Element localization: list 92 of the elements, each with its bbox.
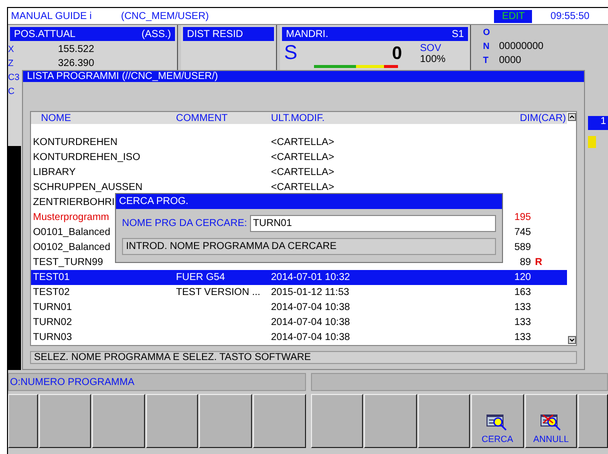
- program-row[interactable]: LIBRARY <CARTELLA>: [31, 165, 567, 180]
- program-row[interactable]: TURN01 2014-07-04 10:38 133: [31, 300, 567, 315]
- modified-date: 2015-01-12 11:53: [271, 287, 350, 298]
- spindle-channel: S1: [452, 28, 464, 40]
- program-row[interactable]: KONTURDREHEN_ISO <CARTELLA>: [31, 150, 567, 165]
- column-header: ULT.MODIF.: [271, 112, 326, 124]
- modified-date: 2014-07-04 10:38: [271, 302, 350, 313]
- softkey[interactable]: [8, 394, 38, 448]
- softkey[interactable]: ANNULL: [524, 394, 578, 448]
- panel-title: MANDRI.: [286, 28, 328, 40]
- program-row[interactable]: TEST02 TEST VERSION ... 2015-01-12 11:53 163: [31, 285, 567, 300]
- program-row[interactable]: TURN03 2014-07-04 10:38 133: [31, 330, 567, 345]
- scroll-marker: [588, 136, 596, 148]
- softkey[interactable]: [92, 394, 145, 448]
- field-label: NOME PRG DA CERCARE:: [122, 218, 248, 229]
- modified-date: <CARTELLA>: [271, 167, 334, 178]
- softkey[interactable]: [199, 394, 252, 448]
- modified-date: 2014-07-01 10:32: [271, 272, 350, 283]
- program-name-field[interactable]: TURN01: [250, 215, 496, 232]
- cancel-search-icon: [540, 414, 562, 432]
- dialog-title: CERCA PROG.: [116, 194, 502, 209]
- panel-title: DIST RESID: [187, 28, 243, 40]
- program-name: TEST02: [33, 287, 70, 298]
- mode-badge: EDIT: [494, 10, 532, 22]
- program-value: 00000000: [499, 40, 544, 52]
- program-name: TEST_TURN99: [33, 257, 104, 268]
- column-header: DIM(CAR): [518, 112, 566, 124]
- softkey[interactable]: [146, 394, 198, 448]
- axis-value: 155.522: [58, 44, 94, 54]
- path-label: (CNC_MEM/USER): [121, 10, 209, 22]
- axis-label: X: [8, 44, 14, 54]
- program-name: KONTURDREHEN: [33, 137, 118, 148]
- program-size: 120: [514, 272, 531, 283]
- modified-date: 2014-07-04 10:38: [271, 317, 350, 328]
- list-message: SELEZ. NOME PROGRAMMA E SELEZ. TASTO SOFTWARE: [30, 351, 577, 364]
- column-header: NOME: [40, 112, 72, 124]
- program-comment: TEST VERSION ...: [176, 287, 260, 298]
- program-label: O: [483, 27, 492, 37]
- override-label: SOV: [420, 42, 442, 54]
- axis-label: C3: [8, 72, 20, 82]
- modified-date: 2014-07-04 10:38: [271, 332, 350, 343]
- window-title: LISTA PROGRAMMI (//CNC_MEM/USER/): [23, 71, 584, 82]
- spindle-speed: 0: [392, 43, 402, 64]
- program-size: 163: [514, 287, 531, 298]
- axis-label: C: [8, 86, 14, 96]
- softkey[interactable]: [310, 394, 364, 448]
- program-row[interactable]: KONTURDREHEN <CARTELLA>: [31, 135, 567, 150]
- program-name: O0101_Balanced: [33, 227, 110, 238]
- softkey[interactable]: [38, 394, 92, 448]
- program-name: TURN01: [33, 302, 72, 313]
- program-name: TEST01: [33, 272, 70, 283]
- softkey[interactable]: [364, 394, 417, 448]
- status-message: O:NUMERO PROGRAMMA: [8, 373, 306, 391]
- magnifier-list-icon: [486, 414, 508, 432]
- app-title: MANUAL GUIDE i: [11, 10, 93, 22]
- program-label: T: [483, 55, 490, 65]
- program-value: 0000: [499, 54, 522, 66]
- program-row[interactable]: SCHRUPPEN_AUSSEN <CARTELLA>: [31, 180, 567, 195]
- flag-label: R: [534, 257, 544, 268]
- dialog-hint: INTROD. NOME PROGRAMMA DA CERCARE: [122, 238, 496, 255]
- program-name: TURN02: [33, 317, 72, 328]
- program-size: 133: [514, 302, 531, 313]
- program-size: 745: [514, 227, 531, 238]
- program-comment: FUER G54: [176, 272, 225, 283]
- clock-time: 09:55:50: [550, 10, 590, 22]
- program-row[interactable]: TURN02 2014-07-04 10:38 133: [31, 315, 567, 330]
- coordinate-mode: (ASS.): [142, 28, 171, 40]
- softkey[interactable]: CERCA: [471, 394, 524, 448]
- softkey[interactable]: [418, 394, 470, 448]
- modified-date: <CARTELLA>: [271, 137, 334, 148]
- program-size: 89: [520, 257, 531, 268]
- axis-label: Z: [8, 58, 14, 68]
- softkey[interactable]: [578, 394, 608, 448]
- softkey[interactable]: [252, 394, 306, 448]
- program-size: 133: [514, 332, 531, 343]
- program-label: N: [483, 41, 490, 51]
- scroll-up-icon[interactable]: [568, 113, 576, 121]
- program-name: SCHRUPPEN_AUSSEN: [33, 182, 142, 193]
- program-name: KONTURDREHEN_ISO: [33, 152, 140, 163]
- spindle-letter: S: [284, 42, 298, 65]
- modified-date: <CARTELLA>: [271, 152, 334, 163]
- column-header: COMMENT: [176, 112, 229, 124]
- program-name: LIBRARY: [33, 167, 76, 178]
- panel-title: POS.ATTUAL: [14, 28, 76, 40]
- program-name: TURN03: [33, 332, 72, 343]
- scroll-down-icon[interactable]: [568, 336, 576, 344]
- page-number: 1: [588, 116, 608, 130]
- modified-date: <CARTELLA>: [271, 182, 334, 193]
- axis-value: 326.390: [58, 58, 94, 68]
- program-row[interactable]: TEST01 FUER G54 2014-07-01 10:32 120: [31, 270, 567, 285]
- program-size: 133: [514, 317, 531, 328]
- override-value: 100%: [420, 54, 447, 64]
